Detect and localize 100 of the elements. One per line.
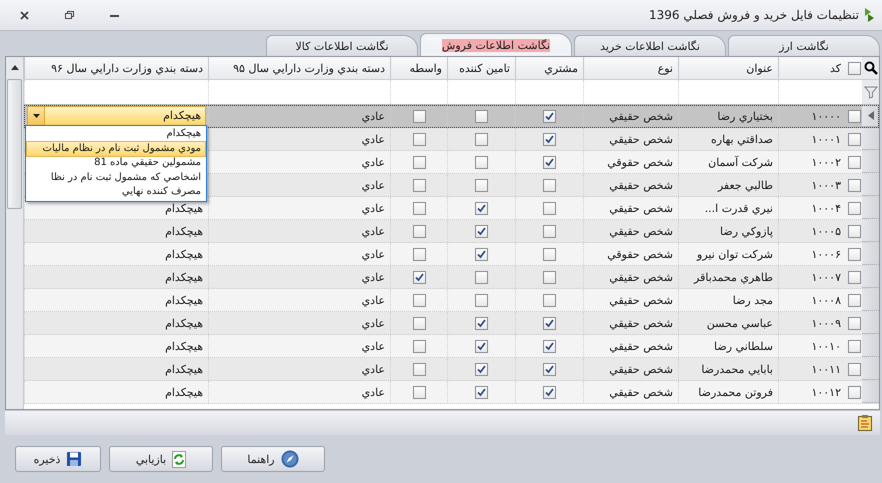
save-button[interactable]: ذخیره <box>15 446 101 472</box>
checkbox[interactable] <box>475 316 488 330</box>
checkbox[interactable] <box>543 248 556 260</box>
combo-box[interactable]: هیچکدام <box>27 106 206 126</box>
dropdown-option[interactable]: مشمولین حقیقي ماده 81 <box>27 156 205 170</box>
checkbox[interactable] <box>848 132 860 146</box>
checkbox[interactable] <box>475 110 488 122</box>
table-cell: ۱۰۰۰۶ <box>811 248 841 260</box>
checkbox[interactable] <box>475 132 488 146</box>
table-cell: شخص حقیقي <box>609 224 673 238</box>
checkbox[interactable] <box>848 362 860 376</box>
dropdown-option[interactable]: مودي مشمول ثبت نام در نظام مالیات <box>27 142 205 156</box>
checkbox[interactable] <box>475 270 488 284</box>
dropdown-option[interactable]: اشخاصي که مشمول ثبت نام در نظا <box>27 170 205 185</box>
checkbox[interactable] <box>543 294 556 306</box>
checkbox[interactable] <box>475 248 488 260</box>
checkbox[interactable] <box>475 224 488 238</box>
column-header[interactable]: نوع <box>658 62 673 74</box>
checkbox[interactable] <box>543 386 556 398</box>
column-header[interactable]: دسته بندي وزارت دارايي سال ۹۵ <box>233 62 385 74</box>
checkbox[interactable] <box>543 202 556 214</box>
checkbox[interactable] <box>543 316 556 330</box>
refresh-button[interactable]: بازیابي <box>109 446 213 472</box>
column-header[interactable]: کد <box>830 62 841 74</box>
table-cell: عادي <box>362 224 385 238</box>
restore-icon[interactable] <box>65 11 74 19</box>
checkbox[interactable] <box>848 386 860 398</box>
scroll-up-icon[interactable] <box>10 64 18 70</box>
checkbox[interactable] <box>475 386 488 398</box>
checkbox[interactable] <box>848 110 860 122</box>
checkbox[interactable] <box>412 224 426 238</box>
table-cell: شخص حقیقي <box>609 202 673 214</box>
dropdown-option[interactable]: هیچکدام <box>27 127 205 142</box>
column-header[interactable]: واسطه <box>409 62 442 74</box>
checkbox[interactable] <box>543 224 556 238</box>
checkbox[interactable] <box>412 386 426 398</box>
checkbox[interactable] <box>412 110 426 122</box>
checkbox[interactable] <box>412 340 426 352</box>
tab[interactable]: نگاشت اطلاعات کالا <box>266 35 418 56</box>
column-header[interactable]: تامین کننده <box>459 62 510 74</box>
checkbox[interactable] <box>475 156 488 168</box>
close-icon[interactable] <box>20 10 29 20</box>
search-icon[interactable] <box>864 61 878 75</box>
checkbox[interactable] <box>543 178 556 192</box>
checkbox[interactable] <box>475 178 488 192</box>
checkbox[interactable] <box>475 294 488 306</box>
table-cell: سلطاني رضا <box>714 340 773 352</box>
column-header[interactable]: مشتري <box>544 62 578 74</box>
filter-icon[interactable] <box>864 85 878 99</box>
checkbox[interactable] <box>412 248 426 260</box>
checkbox[interactable] <box>412 132 426 146</box>
checkbox[interactable] <box>543 270 556 284</box>
notepad-icon[interactable] <box>858 415 872 431</box>
checkbox[interactable] <box>543 340 556 352</box>
table-cell: ۱۰۰۱۱ <box>811 362 841 376</box>
minimize-icon[interactable] <box>110 14 119 16</box>
dropdown-arrow-icon[interactable] <box>32 114 40 118</box>
help-button[interactable]: راهنما <box>221 446 325 472</box>
checkbox[interactable] <box>848 178 860 192</box>
checkbox[interactable] <box>848 202 860 214</box>
tab[interactable]: نگاشت ارز <box>728 35 880 56</box>
table-cell: هیچکدام <box>165 202 203 214</box>
checkbox[interactable] <box>412 178 426 192</box>
checkbox[interactable] <box>412 270 426 284</box>
checkbox[interactable] <box>848 270 860 284</box>
checkbox[interactable] <box>848 294 860 306</box>
table-cell: هیچکدام <box>165 362 203 376</box>
checkbox[interactable] <box>412 316 426 330</box>
table-cell: هیچکدام <box>165 248 203 260</box>
checkbox[interactable] <box>412 362 426 376</box>
checkbox[interactable] <box>412 156 426 168</box>
table-cell: عادي <box>362 316 385 330</box>
checkbox[interactable] <box>848 316 860 330</box>
checkbox[interactable] <box>848 224 860 238</box>
table-cell: عادي <box>362 294 385 306</box>
column-header[interactable]: عنوان <box>746 62 773 74</box>
table-cell: عادي <box>362 178 385 192</box>
row-header[interactable] <box>862 105 879 127</box>
checkbox[interactable] <box>543 156 556 168</box>
tab[interactable]: نگاشت اطلاعات فروش <box>420 33 572 56</box>
tab[interactable]: نگاشت اطلاعات خرید <box>574 35 726 56</box>
checkbox[interactable] <box>848 340 860 352</box>
checkbox[interactable] <box>848 62 860 74</box>
checkbox[interactable] <box>848 248 860 260</box>
dropdown-option[interactable]: مصرف کننده نهایي <box>27 185 205 200</box>
checkbox[interactable] <box>848 156 860 168</box>
checkbox[interactable] <box>475 202 488 214</box>
checkbox[interactable] <box>475 340 488 352</box>
table-cell: شخص حقیقي <box>609 110 673 122</box>
column-header[interactable]: دسته بندي وزارت دارايي سال ۹۶ <box>51 62 203 74</box>
checkbox[interactable] <box>543 362 556 376</box>
scrollbar-thumb[interactable] <box>7 79 22 209</box>
checkbox[interactable] <box>543 110 556 122</box>
checkbox[interactable] <box>543 132 556 146</box>
vertical-scrollbar[interactable] <box>6 57 24 409</box>
table-cell: ۱۰۰۰۵ <box>811 224 841 238</box>
checkbox[interactable] <box>475 362 488 376</box>
checkbox[interactable] <box>412 294 426 306</box>
checkbox[interactable] <box>412 202 426 214</box>
app-icon <box>865 8 874 22</box>
